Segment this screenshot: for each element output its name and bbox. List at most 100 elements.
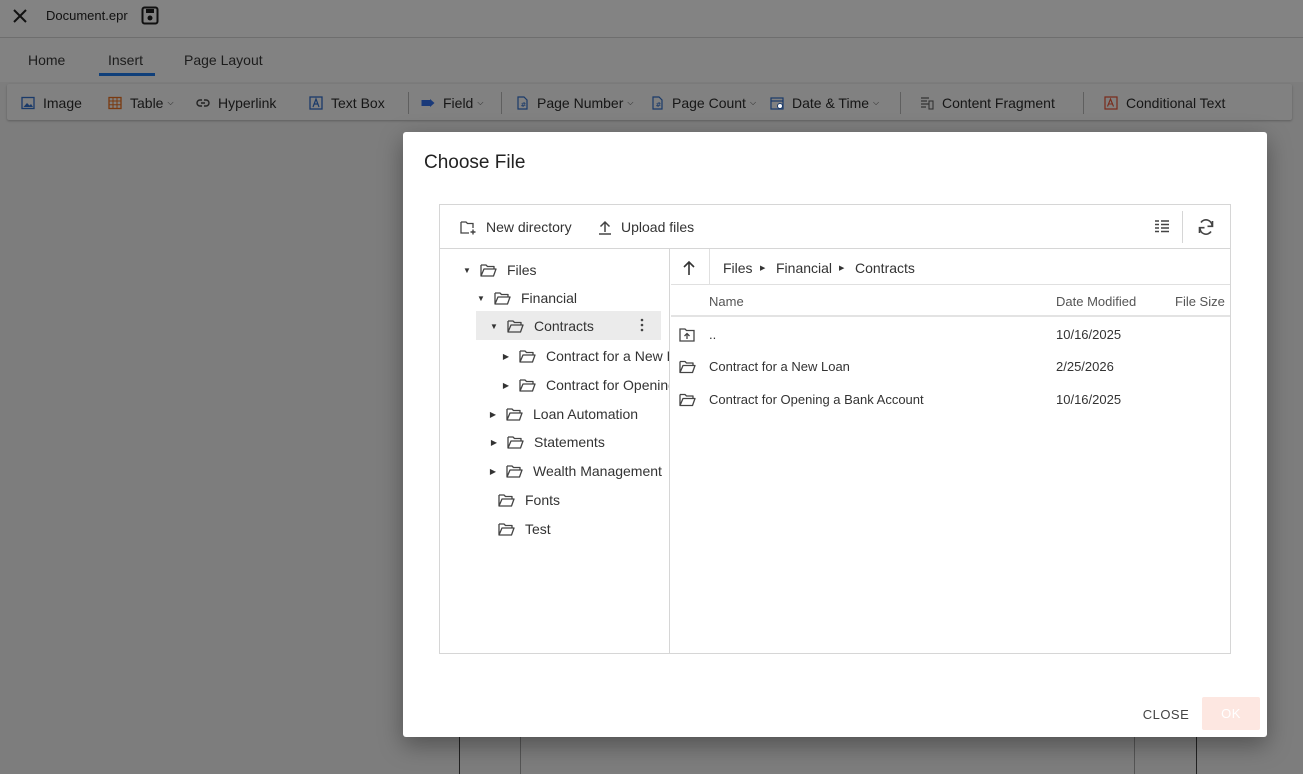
- toolbar-divider: [900, 92, 901, 114]
- row-date: 2/25/2026: [1056, 359, 1114, 374]
- upload-files-button[interactable]: Upload files: [598, 218, 694, 236]
- save-icon[interactable]: [141, 6, 159, 25]
- new-directory-label: New directory: [486, 219, 572, 235]
- column-file-size[interactable]: File Size: [1175, 294, 1225, 309]
- folder-open-icon: [519, 350, 536, 363]
- table-row[interactable]: Contract for Opening a Bank Account 10/1…: [671, 384, 1230, 416]
- new-directory-button[interactable]: New directory: [460, 218, 572, 236]
- breadcrumb-item-files[interactable]: Files: [723, 260, 753, 276]
- breadcrumb-item-contracts[interactable]: Contracts: [855, 260, 915, 276]
- dialog-title: Choose File: [424, 152, 526, 173]
- hyperlink-label: Hyperlink: [218, 95, 277, 111]
- toolbar-divider: [501, 92, 502, 114]
- tree-node-files[interactable]: ▼ Files: [462, 256, 537, 284]
- insert-content-fragment-button[interactable]: Content Fragment: [920, 94, 1055, 112]
- insert-toolbar: Image Table ⌵ Hyperlink Text Box Field ⌵…: [7, 84, 1292, 120]
- upload-icon: [599, 220, 611, 235]
- tab-page-layout[interactable]: Page Layout: [184, 52, 263, 68]
- insert-text-box-button[interactable]: Text Box: [309, 94, 385, 112]
- close-icon[interactable]: [11, 7, 29, 25]
- folder-open-icon: [494, 292, 511, 305]
- caret-right-icon[interactable]: ▶: [501, 381, 511, 390]
- caret-right-icon[interactable]: ▶: [489, 438, 499, 447]
- tree-node-loan-automation[interactable]: ▶ Loan Automation: [488, 400, 638, 428]
- choose-file-dialog: Choose File New directory Upload files ▼…: [403, 132, 1267, 737]
- tree-node-label: Wealth Management: [533, 463, 662, 479]
- folder-open-icon: [519, 379, 536, 392]
- column-name[interactable]: Name: [709, 294, 744, 309]
- column-date-modified[interactable]: Date Modified: [1056, 294, 1136, 309]
- ok-button[interactable]: OK: [1202, 697, 1260, 730]
- content-fragment-label: Content Fragment: [942, 95, 1055, 111]
- insert-table-button[interactable]: Table ⌵: [108, 94, 174, 112]
- conditional-text-label: Conditional Text: [1126, 95, 1226, 111]
- tree-node-label: Contract for a New Loan: [546, 348, 669, 364]
- folder-up-icon: [679, 328, 695, 342]
- row-date: 10/16/2025: [1056, 327, 1122, 342]
- tab-insert[interactable]: Insert: [108, 52, 143, 68]
- table-row[interactable]: Contract for a New Loan 2/25/2026: [671, 351, 1230, 383]
- caret-right-icon[interactable]: ▶: [488, 467, 498, 476]
- folder-open-icon: [507, 436, 524, 449]
- caret-right-icon[interactable]: ▶: [488, 410, 498, 419]
- tree-node-label: Files: [507, 262, 537, 278]
- insert-page-count-button[interactable]: # Page Count ⌵: [650, 94, 756, 112]
- insert-image-button[interactable]: Image: [21, 94, 82, 112]
- tree-node-statements[interactable]: ▶ Statements: [489, 428, 605, 456]
- folder-open-icon: [498, 494, 515, 507]
- text-box-label: Text Box: [331, 95, 385, 111]
- tree-node-label: Financial: [521, 290, 578, 306]
- image-label: Image: [43, 95, 82, 111]
- tree-node-label: Loan Automation: [533, 406, 639, 422]
- row-name: Contract for a New Loan: [709, 359, 850, 374]
- breadcrumb-item-financial[interactable]: Financial: [776, 260, 832, 276]
- tab-home[interactable]: Home: [28, 52, 65, 68]
- tree-node-wealth-management[interactable]: ▶ Wealth Management: [488, 457, 662, 485]
- insert-conditional-text-button[interactable]: Conditional Text: [1104, 94, 1225, 112]
- tree-node-financial[interactable]: ▼ Financial: [476, 284, 577, 312]
- insert-page-number-button[interactable]: # Page Number ⌵: [515, 94, 633, 112]
- tree-node-test[interactable]: Test: [498, 515, 551, 543]
- tree-node-label: Fonts: [525, 492, 561, 508]
- insert-hyperlink-button[interactable]: Hyperlink: [196, 94, 276, 112]
- insert-field-button[interactable]: Field ⌵: [421, 94, 483, 112]
- chevron-down-icon: ⌵: [167, 98, 174, 107]
- refresh-icon[interactable]: [1197, 218, 1215, 236]
- tree-node-fonts[interactable]: Fonts: [498, 486, 560, 514]
- caret-down-icon[interactable]: ▼: [462, 266, 472, 275]
- page-number-icon: #: [517, 96, 528, 110]
- caret-right-icon[interactable]: ▶: [501, 352, 511, 361]
- text-box-icon: [309, 96, 323, 110]
- date-time-label: Date & Time: [792, 95, 870, 111]
- arrow-up-icon[interactable]: [681, 260, 697, 276]
- caret-down-icon[interactable]: ▼: [489, 322, 499, 331]
- more-options-icon[interactable]: [640, 318, 644, 332]
- document-page: [459, 734, 1197, 774]
- breadcrumb: Files ▶ Financial ▶ Contracts: [671, 249, 1230, 285]
- folder-open-icon: [498, 523, 515, 536]
- conditional-text-icon: [1104, 96, 1118, 110]
- content-fragment-icon: [921, 97, 934, 110]
- folder-open-icon: [506, 465, 523, 478]
- file-manager: New directory Upload files ▼ Files ▼ Fin…: [439, 204, 1231, 654]
- details-view-icon[interactable]: [1154, 219, 1170, 235]
- row-name: Contract for Opening a Bank Account: [709, 392, 924, 407]
- tree-node-contracts[interactable]: ▼ Contracts: [489, 312, 594, 340]
- tree-node-label: Contract for Opening a Bank Account: [546, 377, 669, 393]
- field-label: Field: [443, 95, 474, 111]
- folder-open-icon: [506, 408, 523, 421]
- table-row[interactable]: .. 10/16/2025: [671, 319, 1230, 351]
- folder-tree: ▼ Files ▼ Financial ▼ Contracts ▶ Contra…: [440, 249, 670, 653]
- close-button[interactable]: CLOSE: [1138, 698, 1194, 730]
- tree-node-contract-new-loan[interactable]: ▶ Contract for a New Loan: [501, 342, 669, 370]
- caret-down-icon[interactable]: ▼: [476, 294, 486, 303]
- tree-node-contract-bank-account[interactable]: ▶ Contract for Opening a Bank Account: [501, 371, 669, 399]
- page-count-icon: #: [652, 96, 663, 110]
- chevron-down-icon: ⌵: [873, 98, 880, 107]
- file-manager-toolbar: New directory Upload files: [440, 205, 1230, 249]
- calendar-icon: [770, 97, 784, 110]
- insert-date-time-button[interactable]: Date & Time ⌵: [770, 94, 879, 112]
- toolbar-divider: [1083, 92, 1084, 114]
- folder-open-icon: [480, 264, 497, 277]
- chevron-down-icon: ⌵: [477, 98, 484, 107]
